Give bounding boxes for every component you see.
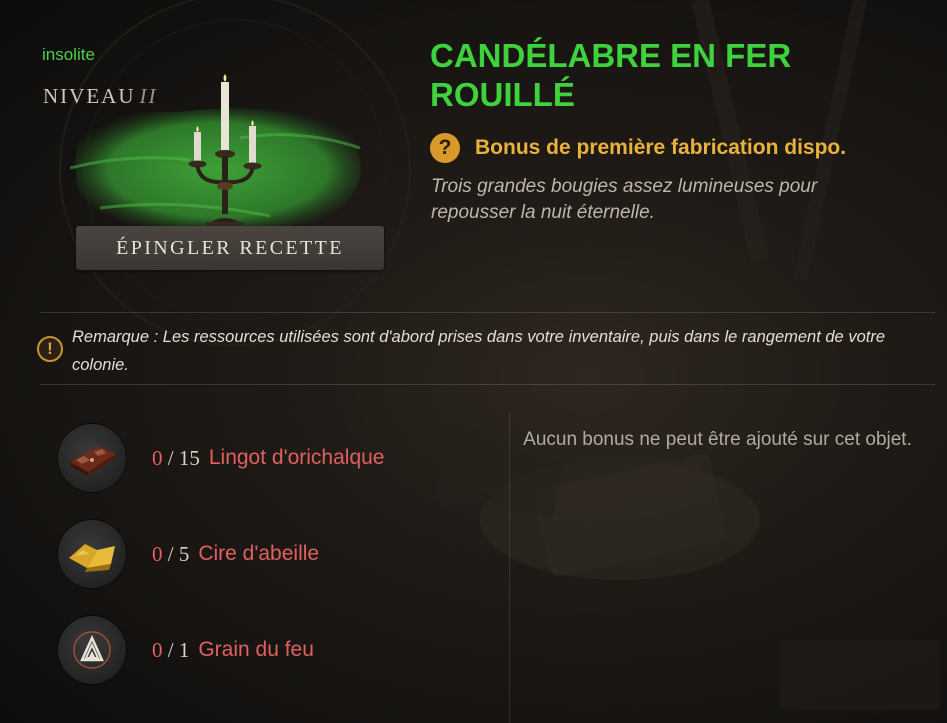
pin-recipe-button[interactable]: ÉPINGLER RECETTE bbox=[76, 226, 384, 270]
question-icon[interactable]: ? bbox=[430, 133, 460, 163]
candelabra-icon bbox=[188, 74, 262, 227]
bonus-text: Bonus de première fabrication dispo. bbox=[475, 136, 847, 159]
rarity-label: insolite bbox=[42, 45, 95, 64]
resource-row[interactable]: 0 / 5 Cire d'abeille bbox=[58, 520, 319, 588]
no-bonus-message: Aucun bonus ne peut être ajouté sur cet … bbox=[523, 429, 912, 450]
beeswax-icon bbox=[58, 520, 126, 588]
exclamation-icon: ! bbox=[37, 336, 63, 362]
orichalcum-ingot-icon bbox=[58, 424, 126, 492]
divider-bottom bbox=[40, 384, 935, 385]
resource-count: 0 / 15 bbox=[152, 445, 200, 470]
resource-name: Grain du feu bbox=[198, 638, 314, 661]
resource-count: 0 / 1 bbox=[152, 637, 190, 662]
divider-top bbox=[40, 312, 935, 313]
resource-count: 0 / 5 bbox=[152, 541, 190, 566]
resource-name: Cire d'abeille bbox=[198, 542, 320, 565]
item-description: Trois grandes bougies assez lumineuses p… bbox=[431, 176, 818, 223]
first-craft-bonus: ? Bonus de première fabrication dispo. bbox=[430, 133, 846, 163]
resource-row[interactable]: 0 / 15 Lingot d'orichalque bbox=[58, 424, 384, 492]
resource-name: Lingot d'orichalque bbox=[208, 446, 385, 469]
resource-row[interactable]: 0 / 1 Grain du feu bbox=[58, 616, 314, 684]
fire-mote-icon bbox=[58, 616, 126, 684]
item-title: CANDÉLABRE EN FER ROUILLÉ bbox=[430, 37, 792, 113]
remark-note: Remarque : Les ressources utilisées sont… bbox=[72, 328, 886, 374]
column-divider bbox=[509, 412, 510, 723]
